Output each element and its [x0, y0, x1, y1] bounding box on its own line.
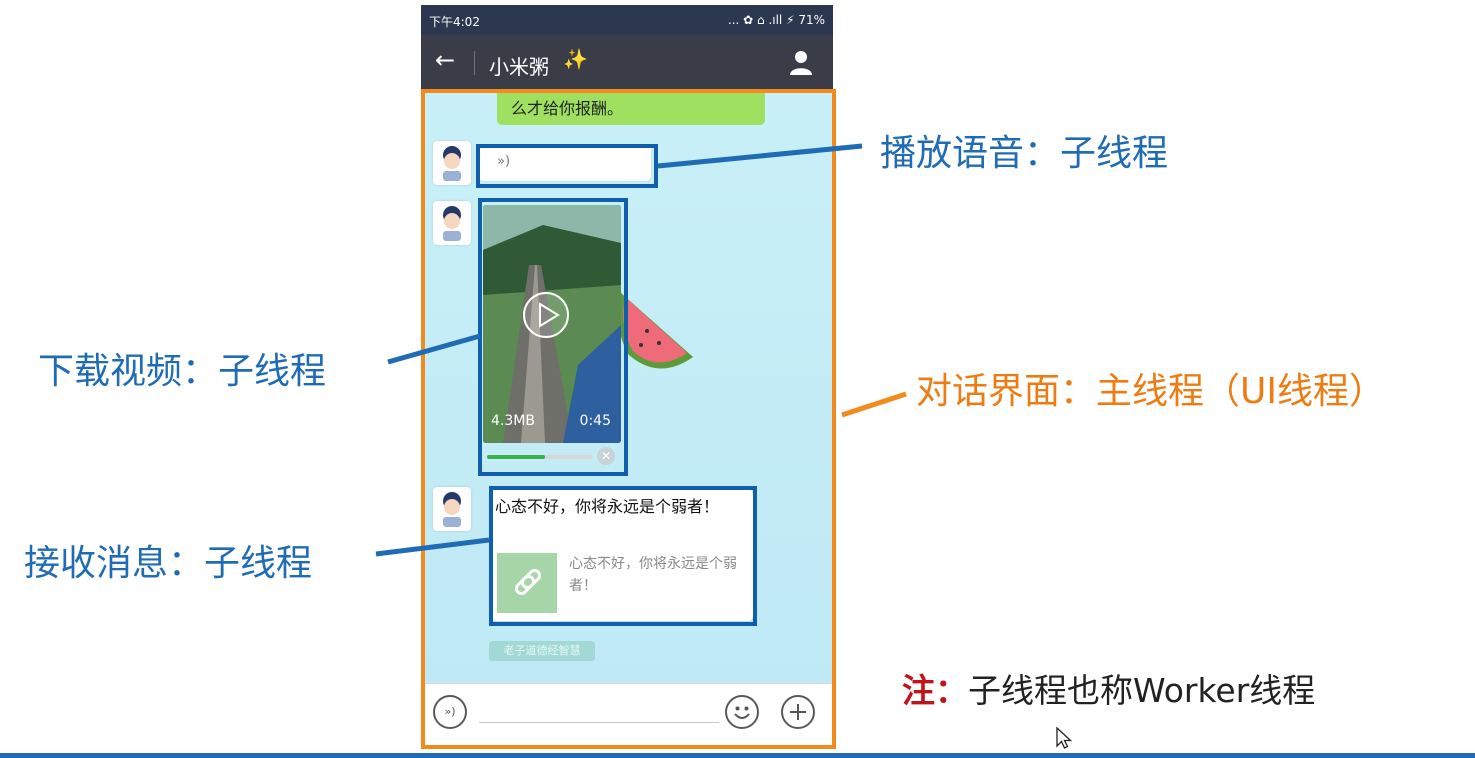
note: 注：子线程也称Worker线程	[902, 664, 1315, 712]
cursor-icon	[1056, 726, 1073, 749]
status-icons: ... ✿ ⌂ .ıll ⚡ 71%	[727, 13, 825, 27]
bottom-divider	[0, 753, 1475, 758]
annotation-ui-thread: 对话界面：主线程（UI线程）	[916, 371, 1385, 412]
back-icon[interactable]: ←	[435, 45, 455, 75]
ui-thread-connector	[841, 391, 907, 418]
chat-title: 小米粥	[489, 55, 549, 79]
annotation-receive-message: 接收消息：子线程	[24, 543, 313, 584]
annotation-download-video: 下载视频：子线程	[38, 351, 327, 392]
title-bar: ← 小米粥 ✨	[421, 35, 833, 89]
video-highlight	[478, 198, 628, 476]
status-time: 下午4:02	[429, 15, 480, 29]
message-highlight	[489, 486, 757, 626]
sparkle-icon: ✨	[563, 47, 588, 71]
profile-icon[interactable]	[789, 49, 813, 75]
voice-highlight	[476, 144, 658, 188]
note-label: 注：	[902, 671, 968, 710]
title-divider	[474, 51, 475, 75]
note-text: 子线程也称Worker线程	[968, 671, 1316, 710]
annotation-play-voice: 播放语音：子线程	[880, 133, 1169, 174]
status-bar: 下午4:02 ... ✿ ⌂ .ıll ⚡ 71%	[421, 5, 833, 35]
